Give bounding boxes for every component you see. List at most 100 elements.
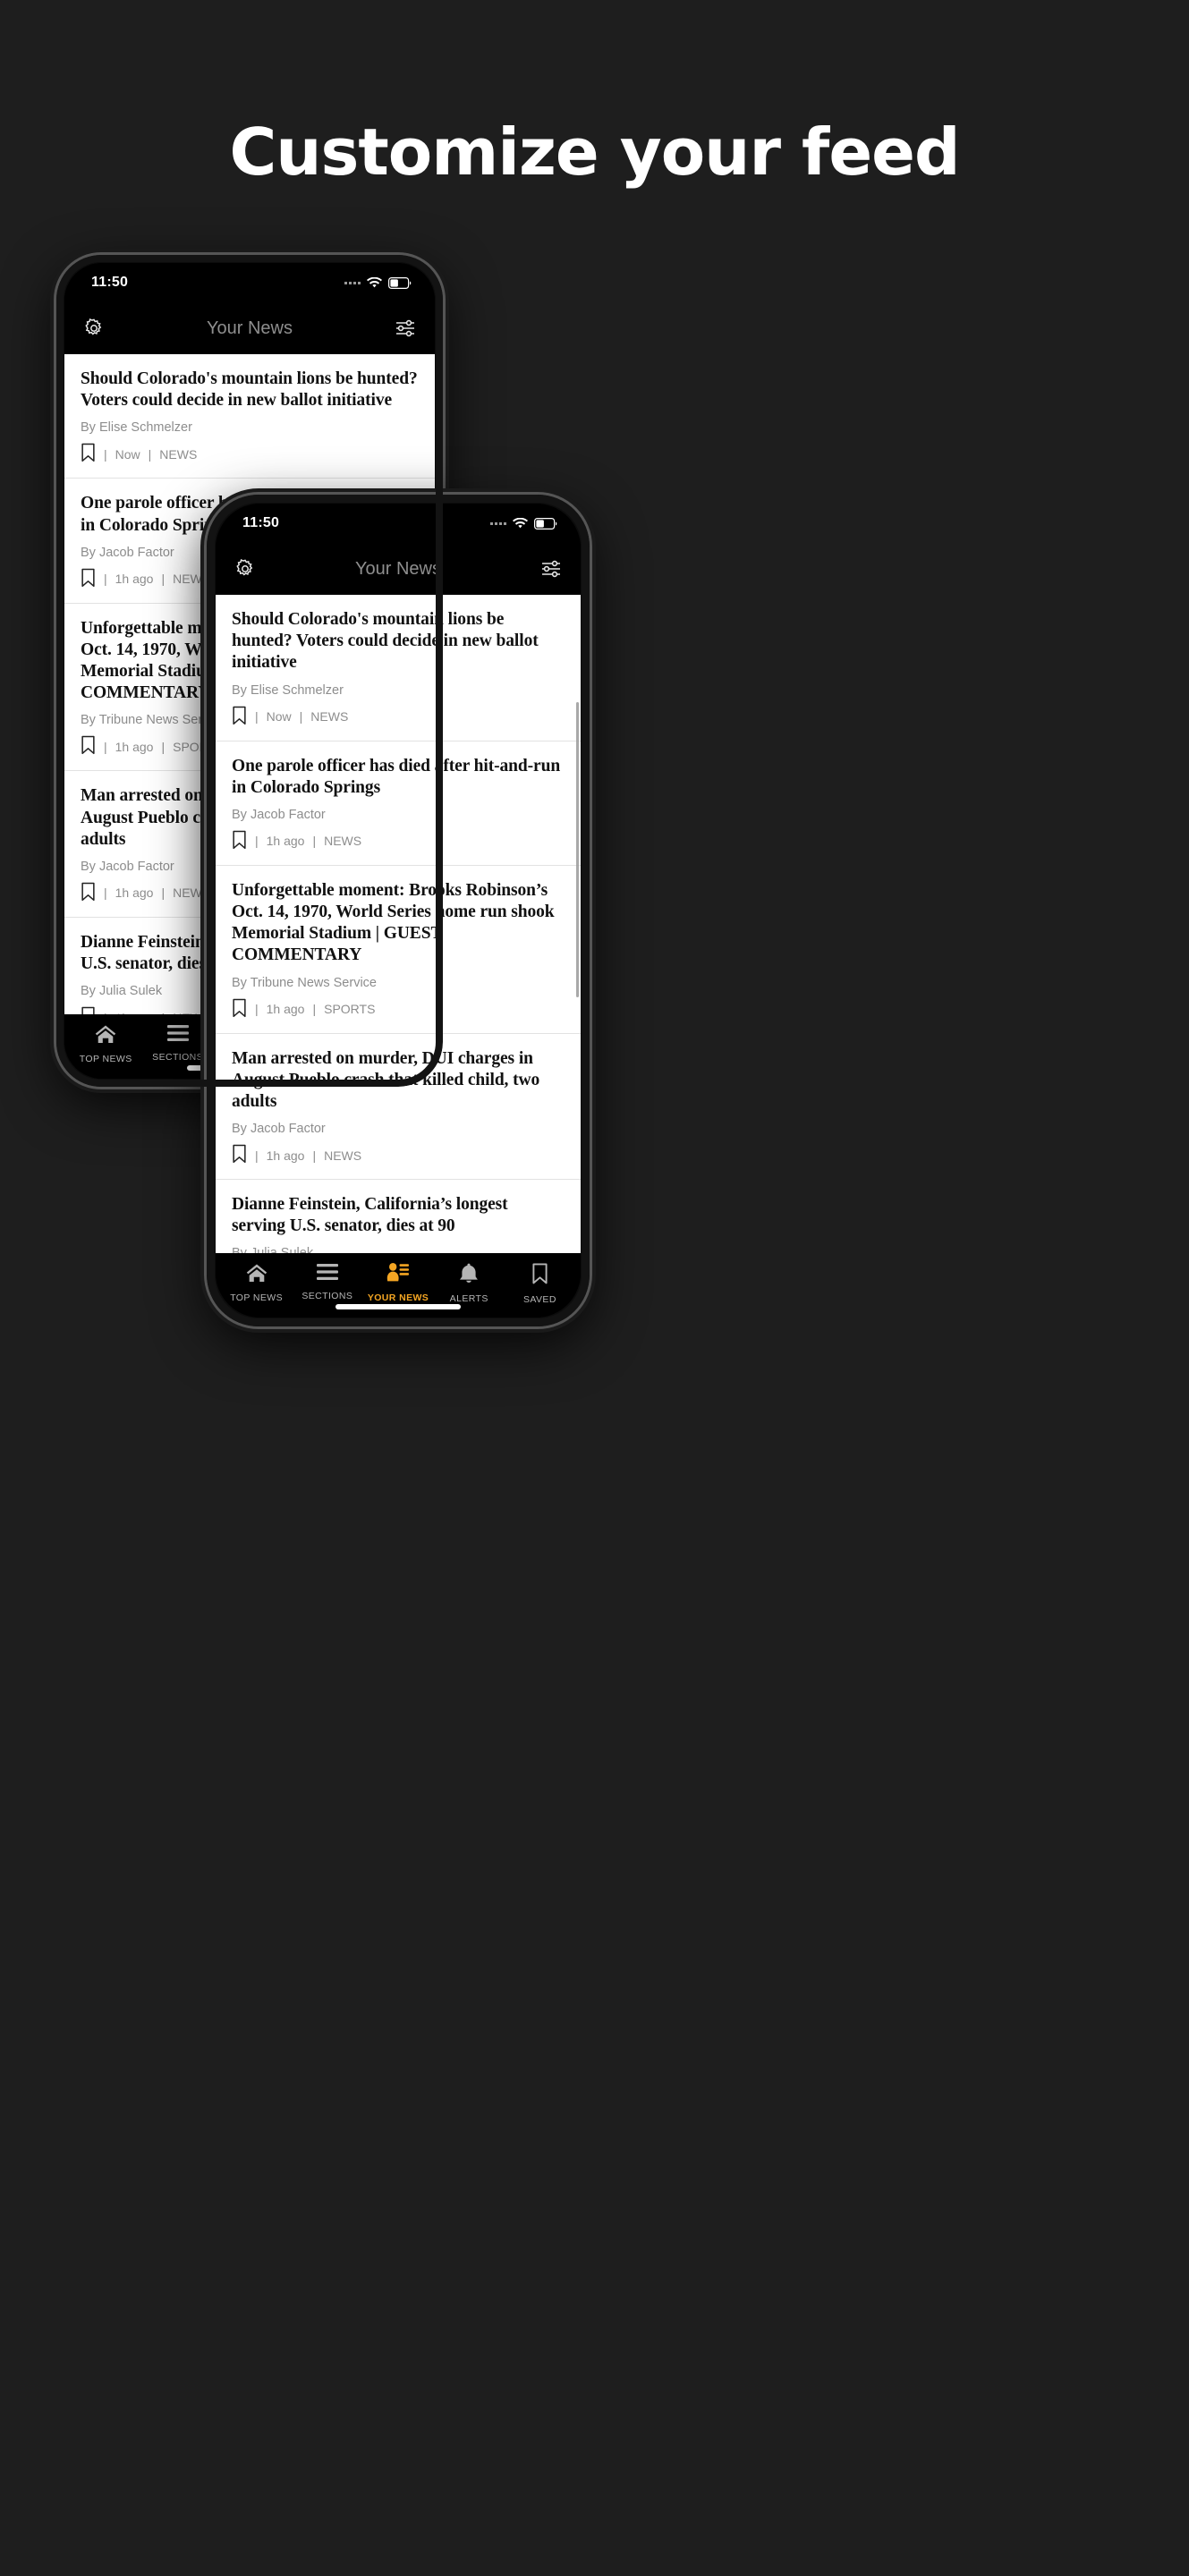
signal-dots-icon [490, 521, 506, 525]
article-meta: | 1h ago | NEWS [232, 1144, 565, 1166]
bookmark-icon[interactable] [81, 735, 96, 758]
article-card[interactable]: Should Colorado's mountain lions be hunt… [64, 354, 435, 479]
article-meta: | Now | NEWS [81, 443, 419, 465]
article-separator: | [104, 446, 107, 462]
phone-device-front: 11:50 Your News Should Colorado's mounta… [207, 495, 590, 1326]
article-headline: Dianne Feinstein, California’s longest s… [232, 1195, 508, 1236]
tab-label: YOUR NEWS [367, 1292, 429, 1303]
article-card[interactable]: Should Colorado's mountain lions be hunt… [216, 595, 581, 741]
bookmark-icon [531, 1263, 548, 1289]
article-feed-front[interactable]: Should Colorado's mountain lions be hunt… [216, 595, 581, 1253]
battery-icon [534, 517, 557, 530]
tab-top-news[interactable]: TOP NEWS [221, 1263, 292, 1303]
tab-label: SECTIONS [152, 1052, 204, 1063]
article-byline: By Tribune News Service [232, 975, 377, 990]
tab-your-news[interactable]: YOUR NEWS [362, 1263, 433, 1303]
article-byline: By Jacob Factor [232, 1122, 326, 1137]
article-section: NEWS [310, 709, 349, 724]
article-time: 1h ago [266, 1002, 305, 1017]
article-time: Now [115, 446, 140, 462]
person-list-icon [386, 1263, 410, 1287]
article-byline: By Elise Schmelzer [232, 682, 344, 698]
bookmark-icon[interactable] [232, 706, 247, 728]
status-clock: 11:50 [91, 275, 129, 290]
hamburger-icon [316, 1263, 338, 1285]
article-time: Now [266, 709, 292, 724]
article-time: 1h ago [115, 886, 154, 901]
tab-saved[interactable]: SAVED [505, 1263, 575, 1305]
article-byline: By Jacob Factor [232, 807, 326, 822]
bookmark-icon[interactable] [81, 882, 96, 904]
article-time: 1h ago [115, 572, 154, 587]
article-card[interactable]: One parole officer has died after hit-an… [216, 741, 581, 866]
header-title: Your News [355, 558, 441, 579]
tab-label: ALERTS [449, 1293, 488, 1304]
tab-label: SECTIONS [301, 1291, 353, 1301]
article-separator: | [255, 709, 259, 724]
article-separator: | [312, 834, 317, 849]
article-time: 1h ago [266, 834, 305, 849]
sliders-icon[interactable] [538, 555, 565, 582]
bell-icon [459, 1263, 479, 1288]
bookmark-icon[interactable] [81, 443, 96, 465]
home-indicator-front [335, 1304, 461, 1309]
article-separator: | [255, 1148, 259, 1163]
battery-icon [388, 276, 412, 289]
bookmark-icon[interactable] [232, 830, 247, 852]
signal-dots-icon [344, 281, 361, 284]
app-header-back: Your News [64, 302, 435, 354]
article-separator: | [299, 709, 303, 724]
tab-alerts[interactable]: ALERTS [434, 1263, 505, 1304]
article-separator: | [161, 739, 166, 754]
article-separator: | [161, 572, 166, 587]
article-headline: Should Colorado's mountain lions be hunt… [232, 610, 539, 673]
gear-icon[interactable] [232, 555, 259, 582]
screenshot-root: Customize your feed 11:50 Your News Shou… [0, 0, 1189, 2576]
article-separator: | [312, 1002, 317, 1017]
notch-back [183, 263, 317, 283]
bookmark-icon[interactable] [81, 568, 96, 590]
bookmark-icon[interactable] [232, 1144, 247, 1166]
tab-sections[interactable]: SECTIONS [292, 1263, 362, 1301]
article-byline: By Elise Schmelzer [81, 420, 192, 436]
article-section: NEWS [159, 446, 198, 462]
article-headline: Should Colorado's mountain lions be hunt… [81, 369, 418, 411]
home-icon [95, 1024, 116, 1048]
tab-label: SAVED [523, 1294, 556, 1305]
article-card[interactable]: Dianne Feinstein, California’s longest s… [216, 1180, 581, 1253]
wifi-icon [513, 517, 528, 530]
article-separator: | [312, 1148, 317, 1163]
article-headline: Man arrested on murder, DUI charges in A… [232, 1048, 540, 1111]
article-headline: One parole officer has died after hit-an… [232, 756, 561, 797]
article-separator: | [104, 572, 107, 587]
app-header-front: Your News [216, 543, 581, 595]
header-title: Your News [207, 318, 293, 338]
article-section: NEWS [173, 886, 211, 901]
article-headline: Unforgettable moment: Brooks Robinson’s … [232, 880, 555, 965]
article-section: SPORTS [324, 1002, 376, 1017]
scrollbar[interactable] [576, 702, 579, 997]
wifi-icon [367, 276, 382, 289]
status-clock: 11:50 [242, 515, 280, 530]
tab-sections[interactable]: SECTIONS [141, 1024, 213, 1063]
article-section: NEWS [324, 1148, 362, 1163]
article-byline: By Julia Sulek [232, 1246, 565, 1253]
tab-label: TOP NEWS [79, 1054, 132, 1064]
notch-front [331, 504, 465, 523]
article-section: NEWS [173, 572, 211, 587]
article-time: 1h ago [266, 1148, 305, 1163]
article-meta: | Now | NEWS [232, 706, 565, 728]
article-separator: | [255, 1002, 259, 1017]
gear-icon[interactable] [81, 315, 107, 342]
article-separator: | [104, 886, 107, 901]
phone-screen-front: 11:50 Your News Should Colorado's mounta… [216, 504, 581, 1318]
tab-label: TOP NEWS [230, 1292, 284, 1303]
bookmark-icon[interactable] [232, 998, 247, 1021]
article-separator: | [161, 886, 166, 901]
hamburger-icon [166, 1024, 189, 1046]
article-card[interactable]: Unforgettable moment: Brooks Robinson’s … [216, 865, 581, 1034]
tab-top-news[interactable]: TOP NEWS [70, 1024, 141, 1064]
page-title: Customize your feed [229, 114, 960, 190]
sliders-icon[interactable] [392, 315, 419, 342]
article-card[interactable]: Man arrested on murder, DUI charges in A… [216, 1033, 581, 1181]
